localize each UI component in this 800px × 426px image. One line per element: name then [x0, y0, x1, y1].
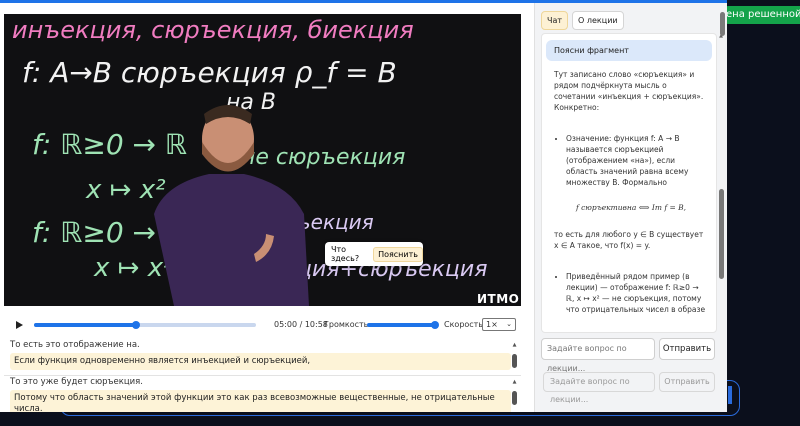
scroll-thumb[interactable]	[512, 391, 517, 405]
volume-label: Громкость	[324, 320, 369, 329]
subtitle-block: То есть это отображение на. Если функция…	[4, 339, 521, 375]
scroll-up-icon[interactable]: ▲	[512, 380, 517, 385]
explain-button[interactable]: Пояснить	[373, 246, 423, 262]
svg-text:не сюръекция: не сюръекция	[241, 145, 405, 170]
itmo-logo: ИTMO	[477, 292, 520, 306]
tab-chat[interactable]: Чат	[541, 11, 569, 30]
time-readout: 05:00 / 10:58	[274, 320, 328, 329]
background-send-button: Отправить	[659, 372, 715, 392]
user-message: Поясни фрагмент	[546, 40, 712, 61]
play-icon	[16, 321, 23, 329]
svg-text:x ↦ x²: x ↦ x²	[93, 253, 174, 283]
question-input[interactable]: Задайте вопрос по лекции...	[541, 338, 655, 373]
volume-fill	[367, 323, 435, 327]
background-accent	[728, 386, 732, 404]
video-frame: инъекция, сюръекция, биекция f: A→B сюръ…	[4, 14, 521, 306]
assistant-intro: Тут записано слово «сюръекция» и рядом п…	[554, 70, 704, 112]
scroll-thumb[interactable]	[720, 12, 725, 36]
chevron-down-icon: ⌄	[506, 320, 512, 328]
assistant-text: то есть для любого y ∈ B существует x ∈ …	[554, 230, 704, 250]
assistant-panel: Чат О лекции Поясни фрагмент Тут записан…	[534, 3, 727, 412]
assistant-bullet: Означение: функция f: A → B называется с…	[566, 133, 708, 188]
subtitle-scrollbar[interactable]: ▲	[512, 343, 517, 369]
speed-select[interactable]: 1× ⌄	[482, 318, 516, 331]
volume-slider[interactable]	[367, 321, 439, 329]
svg-text:x ↦ x²: x ↦ x²	[85, 175, 166, 205]
speed-value: 1×	[486, 320, 498, 329]
status-badge: ена решенной	[720, 6, 800, 24]
video-player[interactable]: инъекция, сюръекция, биекция f: A→B сюръ…	[4, 14, 521, 306]
progress-slider[interactable]	[34, 321, 256, 329]
scroll-up-icon[interactable]: ▲	[512, 343, 517, 348]
subtitle-line-highlighted[interactable]: Потому что область значений этой функции…	[10, 390, 511, 412]
assistant-bullet: Приведённый рядом пример (в лекции) — от…	[566, 271, 708, 315]
subtitle-line: То есть это отображение на.	[10, 340, 140, 350]
progress-knob[interactable]	[132, 321, 141, 329]
volume-knob[interactable]	[431, 321, 439, 329]
tooltip-question: Что здесь?	[331, 245, 360, 263]
modal-scrollbar[interactable]	[720, 6, 726, 412]
assistant-list: Приведённый рядом пример (в лекции) — от…	[554, 271, 708, 315]
subtitle-line: То это уже будет сюръекция.	[10, 377, 143, 387]
video-pane: инъекция, сюръекция, биекция f: A→B сюръ…	[0, 3, 534, 412]
scroll-thumb[interactable]	[512, 354, 517, 368]
subtitle-scrollbar[interactable]: ▲	[512, 380, 517, 406]
lecture-modal: инъекция, сюръекция, биекция f: A→B сюръ…	[0, 0, 727, 412]
assistant-list: Означение: функция f: A → B называется с…	[554, 133, 708, 188]
background-question-input: Задайте вопрос по лекции...	[543, 372, 655, 404]
svg-text:инъекция, сюръекция, биекция: инъекция, сюръекция, биекция	[12, 16, 414, 44]
assistant-message: Тут записано слово «сюръекция» и рядом п…	[542, 61, 716, 315]
subtitle-block: То это уже будет сюръекция. Потому что о…	[4, 375, 521, 412]
speed-label: Скорость	[444, 320, 484, 329]
player-controls: 05:00 / 10:58 Громкость Скорость 1× ⌄	[4, 313, 521, 337]
chat-history: Поясни фрагмент Тут записано слово «сюръ…	[541, 33, 717, 333]
svg-text:f: ℝ≥0 → ℝ: f: ℝ≥0 → ℝ	[32, 128, 187, 161]
tab-about-lecture[interactable]: О лекции	[572, 11, 624, 30]
send-button[interactable]: Отправить	[659, 338, 715, 360]
math-formula: f сюръективна ⟺ Im f = B,	[575, 203, 687, 212]
play-button[interactable]	[12, 318, 26, 332]
explain-tooltip: Что здесь? Пояснить	[325, 242, 423, 266]
svg-text:f: A→B сюръекция ρ_f = B: f: A→B сюръекция ρ_f = B	[22, 56, 397, 89]
panel-tabs: Чат О лекции	[541, 11, 624, 30]
subtitle-line-highlighted[interactable]: Если функция одновременно является инъек…	[10, 353, 511, 370]
progress-fill	[34, 323, 137, 327]
